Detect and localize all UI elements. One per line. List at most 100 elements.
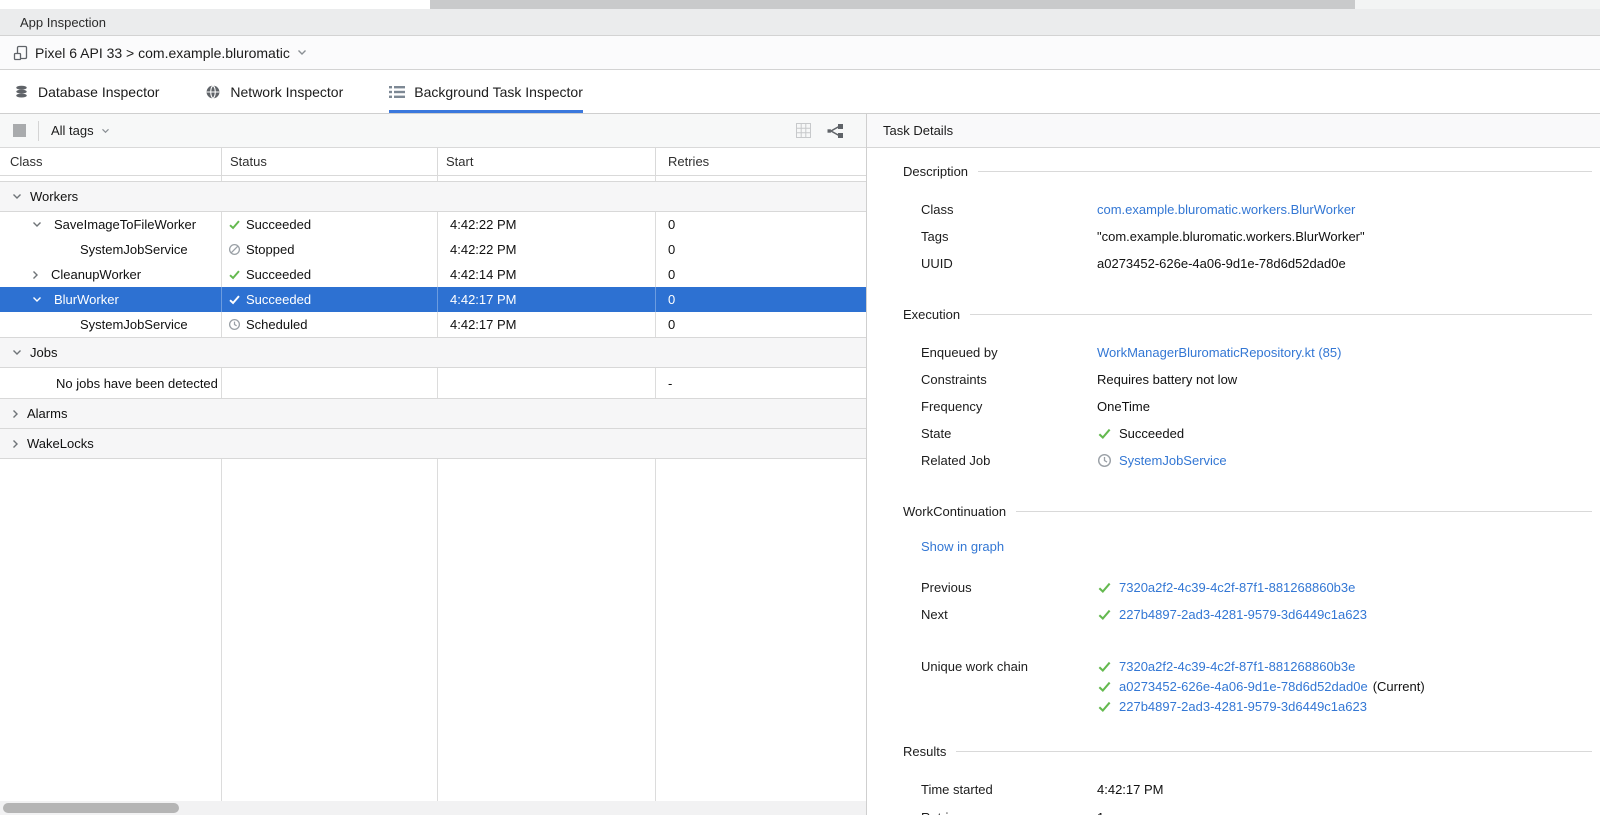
worker-retries: 0	[656, 287, 866, 312]
section-label: Description	[903, 164, 978, 179]
table-row[interactable]: SaveImageToFileWorker Succeeded 4:42:22 …	[0, 212, 866, 237]
chain-row: 227b4897-2ad3-4281-9579-3d6449c1a623	[903, 696, 1592, 716]
succeeded-icon	[1097, 426, 1112, 441]
worker-retries: 0	[656, 312, 866, 337]
table-view-button[interactable]	[796, 123, 811, 138]
detail-key: UUID	[921, 256, 1097, 271]
chevron-down-icon	[32, 296, 42, 303]
window-top-edge	[0, 0, 1600, 9]
toolbar-separator	[38, 121, 39, 141]
column-header-status[interactable]: Status	[222, 148, 438, 175]
worker-class: SystemJobService	[80, 317, 188, 332]
device-process-label: Pixel 6 API 33 > com.example.bluromatic	[35, 45, 290, 61]
chevron-right-icon	[12, 409, 19, 419]
detail-key: Constraints	[921, 372, 1097, 387]
horizontal-scrollbar[interactable]	[0, 801, 866, 815]
task-details-body: Description Class com.example.bluromatic…	[867, 148, 1600, 815]
scrollbar-thumb[interactable]	[3, 803, 179, 813]
top-edge-segment	[0, 0, 430, 9]
detail-key: Class	[921, 202, 1097, 217]
succeeded-icon	[1097, 699, 1112, 714]
worker-start: 4:42:17 PM	[438, 312, 656, 337]
previous-uuid-link[interactable]: 7320a2f2-4c39-4c2f-87f1-881268860b3e	[1119, 580, 1355, 595]
detail-row-frequency: Frequency OneTime	[903, 393, 1592, 420]
group-row-jobs[interactable]: Jobs	[0, 337, 866, 368]
section-results: Results	[903, 744, 1592, 759]
detail-row-enqueued-by: Enqueued by WorkManagerBluromaticReposit…	[903, 339, 1592, 366]
detail-row-next: Next 227b4897-2ad3-4281-9579-3d6449c1a62…	[903, 601, 1592, 628]
detail-key: State	[921, 426, 1097, 441]
table-body: Workers SaveImageToFileWorker Succeeded …	[0, 176, 866, 801]
section-rule	[956, 751, 1592, 752]
worker-status: Succeeded	[246, 217, 311, 232]
result-retries-value: 1	[1097, 810, 1104, 815]
detail-row-related-job: Related Job SystemJobService	[903, 447, 1592, 474]
detail-key: Time started	[921, 782, 1097, 797]
task-details-title: Task Details	[883, 123, 953, 138]
succeeded-icon	[1097, 679, 1112, 694]
show-in-graph-link[interactable]: Show in graph	[921, 539, 1004, 554]
succeeded-icon	[228, 268, 241, 281]
worker-status: Stopped	[246, 242, 294, 257]
time-started-value: 4:42:17 PM	[1097, 782, 1164, 797]
worker-start: 4:42:22 PM	[438, 237, 656, 262]
all-tags-label: All tags	[51, 123, 94, 138]
empty-jobs-text: No jobs have been detected	[0, 368, 222, 398]
next-uuid-link[interactable]: 227b4897-2ad3-4281-9579-3d6449c1a623	[1119, 607, 1367, 622]
detail-row-previous: Previous 7320a2f2-4c39-4c2f-87f1-8812688…	[903, 574, 1592, 601]
detail-row-constraints: Constraints Requires battery not low	[903, 366, 1592, 393]
column-header-class[interactable]: Class	[0, 148, 222, 175]
scheduled-icon	[228, 318, 241, 331]
stop-inspection-button[interactable]	[13, 124, 26, 137]
worker-class: BlurWorker	[54, 292, 119, 307]
section-label: WorkContinuation	[903, 504, 1016, 519]
worker-start: 4:42:17 PM	[438, 287, 656, 312]
tab-database-inspector[interactable]: Database Inspector	[14, 70, 159, 113]
detail-key: Retries	[921, 810, 1097, 815]
chain-uuid-link[interactable]: a0273452-626e-4a06-9d1e-78d6d52dad0e	[1119, 679, 1368, 694]
chain-row-current: a0273452-626e-4a06-9d1e-78d6d52dad0e (Cu…	[903, 676, 1592, 696]
table-row-selected-blurworker[interactable]: BlurWorker Succeeded 4:42:17 PM 0	[0, 287, 866, 312]
database-icon	[14, 84, 29, 100]
table-row[interactable]: CleanupWorker Succeeded 4:42:14 PM 0	[0, 262, 866, 287]
section-label: Results	[903, 744, 956, 759]
chain-uuid-link[interactable]: 227b4897-2ad3-4281-9579-3d6449c1a623	[1119, 699, 1367, 714]
detail-key: Previous	[921, 580, 1097, 595]
all-tags-dropdown[interactable]: All tags	[51, 123, 110, 138]
enqueued-by-link[interactable]: WorkManagerBluromaticRepository.kt (85)	[1097, 345, 1341, 360]
column-header-retries[interactable]: Retries	[656, 148, 866, 175]
empty-jobs-retries: -	[656, 368, 866, 398]
section-description: Description	[903, 164, 1592, 179]
tab-network-inspector[interactable]: Network Inspector	[205, 70, 343, 113]
class-link[interactable]: com.example.bluromatic.workers.BlurWorke…	[1097, 202, 1355, 217]
task-details-header: Task Details	[867, 114, 1600, 148]
related-job-link[interactable]: SystemJobService	[1119, 453, 1227, 468]
group-row-workers[interactable]: Workers	[0, 181, 866, 212]
table-row[interactable]: SystemJobService Stopped 4:42:22 PM 0	[0, 237, 866, 262]
chevron-down-icon	[101, 128, 110, 134]
succeeded-icon	[1097, 659, 1112, 674]
succeeded-icon	[1097, 607, 1112, 622]
tab-label: Database Inspector	[38, 84, 159, 100]
group-row-alarms[interactable]: Alarms	[0, 398, 866, 429]
device-process-selector[interactable]: Pixel 6 API 33 > com.example.bluromatic	[0, 36, 1600, 70]
detail-key: Enqueued by	[921, 345, 1097, 360]
group-label: WakeLocks	[27, 436, 94, 451]
worker-class: SystemJobService	[80, 242, 188, 257]
detail-key: Unique work chain	[921, 659, 1097, 674]
tab-background-task-inspector[interactable]: Background Task Inspector	[389, 70, 583, 113]
uuid-value: a0273452-626e-4a06-9d1e-78d6d52dad0e	[1097, 256, 1346, 271]
chain-uuid-link[interactable]: 7320a2f2-4c39-4c2f-87f1-881268860b3e	[1119, 659, 1355, 674]
table-row[interactable]: SystemJobService Scheduled 4:42:17 PM 0	[0, 312, 866, 337]
top-edge-segment	[1355, 0, 1600, 9]
section-rule	[1016, 511, 1592, 512]
worker-retries: 0	[656, 237, 866, 262]
detail-row-uuid: UUID a0273452-626e-4a06-9d1e-78d6d52dad0…	[903, 250, 1592, 277]
column-header-start[interactable]: Start	[438, 148, 656, 175]
group-row-wakelocks[interactable]: WakeLocks	[0, 428, 866, 459]
worker-status: Scheduled	[246, 317, 307, 332]
graph-view-button[interactable]	[827, 123, 844, 139]
tool-window-title: App Inspection	[20, 15, 106, 30]
tool-window-title-bar: App Inspection	[0, 9, 1600, 36]
show-in-graph-row: Show in graph	[903, 533, 1592, 560]
